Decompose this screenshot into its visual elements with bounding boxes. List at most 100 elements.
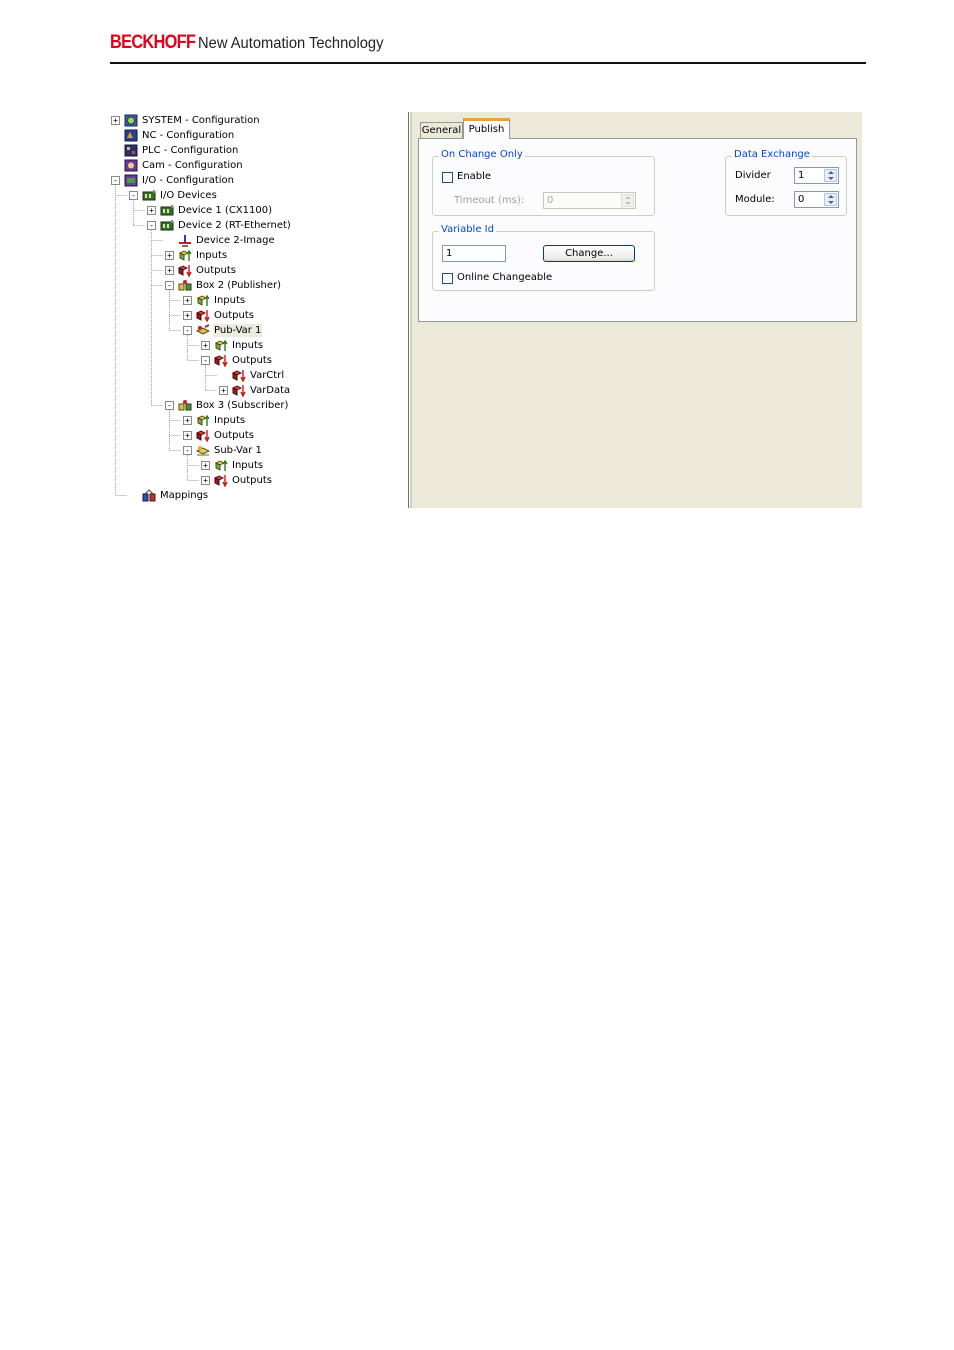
tree-item-label: Device 2-Image	[196, 235, 275, 246]
module-label: Module:	[735, 194, 775, 205]
tree-item[interactable]: + Inputs	[165, 248, 228, 263]
expand-icon[interactable]: +	[201, 461, 210, 470]
tree-item-label: Outputs	[232, 475, 272, 486]
header-rule	[110, 62, 866, 64]
timeout-stepper[interactable]: 0	[543, 192, 636, 209]
tree-item[interactable]: - Sub-Var 1	[183, 443, 263, 458]
tree-item[interactable]: - Pub-Var 1	[183, 323, 263, 338]
tree-item[interactable]: + Outputs	[201, 473, 273, 488]
module-stepper[interactable]: 0	[794, 191, 839, 208]
plc-config-icon	[124, 144, 138, 157]
expand-icon[interactable]: +	[219, 386, 228, 395]
tree-item[interactable]: + Inputs	[183, 413, 246, 428]
expand-icon[interactable]: +	[183, 416, 192, 425]
expand-icon[interactable]: +	[111, 116, 120, 125]
tree-item[interactable]: + SYSTEM - Configuration	[111, 113, 261, 128]
device-icon	[160, 219, 174, 232]
expand-icon[interactable]: +	[147, 206, 156, 215]
tree-item[interactable]: - I/O Devices	[129, 188, 218, 203]
collapse-icon[interactable]: -	[165, 401, 174, 410]
module-value: 0	[798, 194, 805, 205]
expand-icon[interactable]: +	[183, 311, 192, 320]
collapse-icon[interactable]: -	[183, 446, 192, 455]
collapse-icon[interactable]: -	[147, 221, 156, 230]
expand-icon[interactable]: +	[201, 341, 210, 350]
tree-item[interactable]: - Box 3 (Subscriber)	[165, 398, 289, 413]
enable-checkbox[interactable]	[442, 172, 453, 183]
tree-item[interactable]: + VarData	[219, 383, 291, 398]
tree-item[interactable]: Device 2-Image	[165, 233, 276, 248]
expand-icon[interactable]: +	[201, 476, 210, 485]
tree-item-label: Device 2 (RT-Ethernet)	[178, 220, 291, 231]
outputs-icon	[178, 264, 192, 277]
collapse-icon[interactable]: -	[129, 191, 138, 200]
tree-item[interactable]: + Outputs	[165, 263, 237, 278]
tree-item[interactable]: VarCtrl	[219, 368, 285, 383]
tree-item[interactable]: + Outputs	[183, 308, 255, 323]
tree-item-label: VarCtrl	[250, 370, 285, 381]
tree-item[interactable]: - Box 2 (Publisher)	[165, 278, 282, 293]
tree-item[interactable]: PLC - Configuration	[111, 143, 239, 158]
tree-item[interactable]: NC - Configuration	[111, 128, 235, 143]
collapse-icon[interactable]: -	[111, 176, 120, 185]
change-button[interactable]: Change...	[543, 245, 635, 262]
tree-item[interactable]: + Inputs	[201, 458, 264, 473]
inputs-icon	[196, 414, 210, 427]
tab-publish[interactable]: Publish	[463, 118, 510, 139]
tree-item[interactable]: + Device 1 (CX1100)	[147, 203, 273, 218]
module-spin-icon[interactable]	[824, 193, 837, 206]
tree-item[interactable]: - Outputs	[201, 353, 273, 368]
collapse-icon[interactable]: -	[183, 326, 192, 335]
tree-item-label: Pub-Var 1	[213, 324, 263, 337]
tree-item-label: Mappings	[160, 490, 209, 501]
configuration-tree: + SYSTEM - Configuration NC - Configuratio…	[110, 112, 408, 508]
collapse-icon[interactable]: -	[201, 356, 210, 365]
expand-icon[interactable]: +	[183, 431, 192, 440]
beckhoff-logo: BECKHOFF	[110, 32, 196, 53]
tree-item[interactable]: + Inputs	[201, 338, 264, 353]
divider-spin-icon[interactable]	[824, 169, 837, 182]
outputs-icon	[214, 354, 228, 367]
outputs-icon	[196, 429, 210, 442]
tree-item[interactable]: + Inputs	[183, 293, 246, 308]
box-icon	[178, 279, 192, 292]
properties-pane: General Publish On Change Only Enable Ti…	[412, 112, 862, 508]
tree-item-label: Inputs	[214, 415, 246, 426]
pub-var-icon	[196, 324, 210, 337]
tree-item-label: Cam - Configuration	[142, 160, 243, 171]
tree-item-label: Inputs	[232, 340, 264, 351]
tree-item-label: Inputs	[196, 250, 228, 261]
brand-tagline: New Automation Technology	[198, 35, 384, 52]
divider-label: Divider	[735, 170, 771, 181]
tree-item[interactable]: - I/O - Configuration	[111, 173, 235, 188]
online-changeable-checkbox[interactable]	[442, 273, 453, 284]
tree-item-label: Inputs	[232, 460, 264, 471]
tree-item[interactable]: + Outputs	[183, 428, 255, 443]
expand-icon[interactable]: +	[165, 251, 174, 260]
on-change-only-group: On Change Only Enable Timeout (ms): 0	[432, 149, 655, 216]
timeout-spin-icon[interactable]	[621, 194, 634, 207]
data-exchange-legend: Data Exchange	[732, 149, 812, 160]
divider-value: 1	[798, 170, 805, 181]
divider-stepper[interactable]: 1	[794, 167, 839, 184]
device-image-icon	[178, 234, 192, 247]
collapse-icon[interactable]: -	[165, 281, 174, 290]
outputs-icon	[214, 474, 228, 487]
tree-item-label: SYSTEM - Configuration	[142, 115, 260, 126]
timeout-label: Timeout (ms):	[454, 195, 525, 206]
variable-id-input[interactable]: 1	[442, 245, 506, 262]
tree-item[interactable]: Cam - Configuration	[111, 158, 244, 173]
mappings-icon	[142, 489, 156, 502]
tree-item-label: PLC - Configuration	[142, 145, 239, 156]
io-config-icon	[124, 174, 138, 187]
tree-item[interactable]: Mappings	[129, 488, 209, 503]
tree-item[interactable]: - Device 2 (RT-Ethernet)	[147, 218, 292, 233]
cam-config-icon	[124, 159, 138, 172]
expand-icon[interactable]: +	[183, 296, 192, 305]
tab-general[interactable]: General	[420, 122, 463, 138]
io-devices-icon	[142, 189, 156, 202]
expand-icon[interactable]: +	[165, 266, 174, 275]
